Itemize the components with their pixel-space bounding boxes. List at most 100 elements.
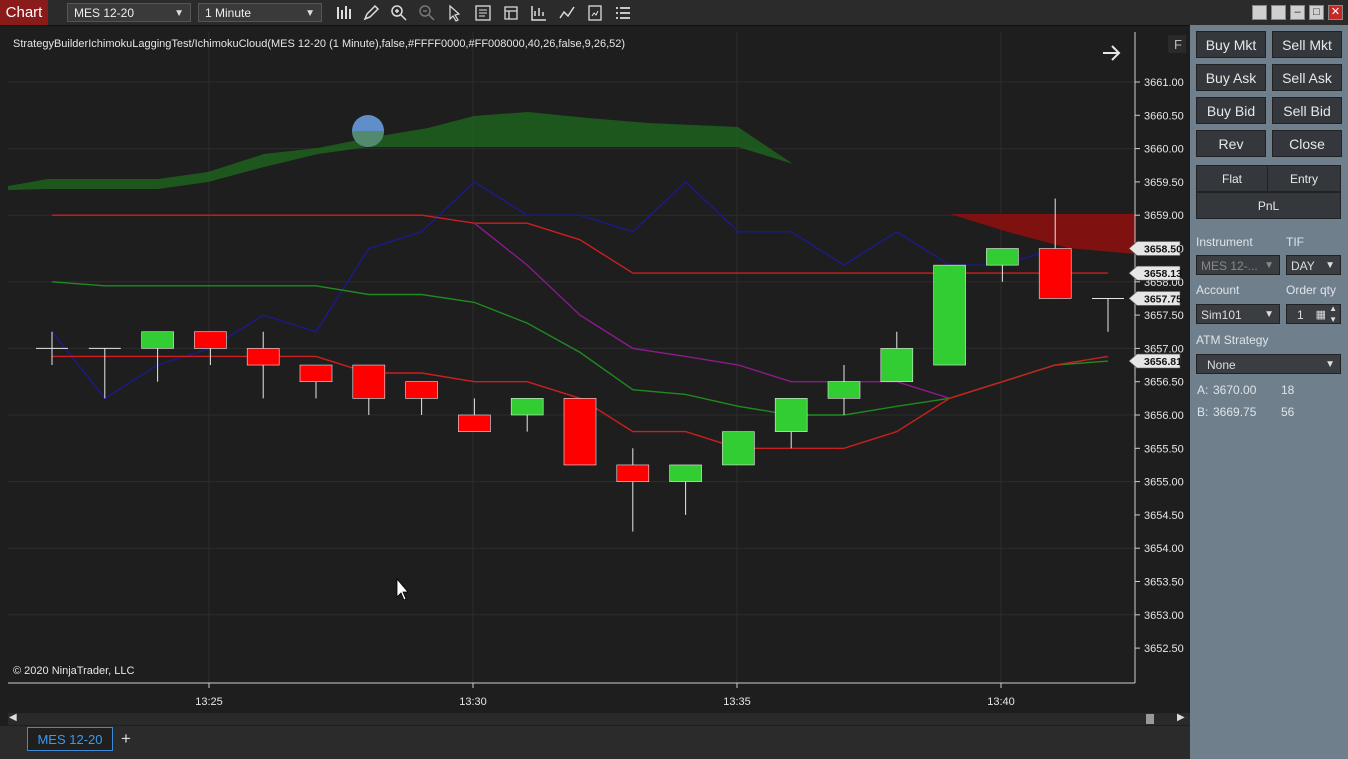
atm-strategy-select[interactable]: None ▼ — [1196, 354, 1341, 374]
price-flag: 3658.50 — [1128, 241, 1182, 256]
y-tick-label: 3659.50 — [1144, 177, 1184, 189]
candle-body — [669, 464, 702, 482]
instrument-select-value: MES 12-... — [1201, 259, 1258, 273]
bars-icon[interactable] — [335, 4, 353, 22]
candle-body — [1038, 248, 1072, 299]
f-button[interactable]: F — [1168, 35, 1186, 53]
tile-icon[interactable] — [1252, 5, 1267, 20]
indicators-icon[interactable] — [530, 4, 548, 22]
candle-body — [510, 398, 544, 416]
y-tick-label: 3657.50 — [1144, 310, 1184, 322]
y-tick-label: 3656.00 — [1144, 410, 1184, 422]
candle-body — [563, 398, 597, 466]
minimize-icon[interactable]: – — [1290, 5, 1305, 20]
close-icon[interactable]: ✕ — [1328, 5, 1343, 20]
reverse-button[interactable]: Rev — [1196, 130, 1266, 157]
instrument-selector-value: MES 12-20 — [74, 6, 135, 20]
buy-ask-button[interactable]: Buy Ask — [1196, 64, 1266, 91]
candle — [563, 398, 597, 466]
instrument-select[interactable]: MES 12-... ▼ — [1196, 255, 1280, 275]
y-tick-label: 3657.00 — [1144, 343, 1184, 355]
scroll-thumb[interactable] — [1146, 714, 1154, 724]
candle-body — [352, 364, 386, 399]
candle-body — [458, 414, 491, 432]
order-qty-label: Order qty — [1286, 283, 1337, 297]
menu-icon[interactable] — [614, 4, 632, 22]
group-icon[interactable] — [1271, 5, 1286, 20]
interval-selector-value: 1 Minute — [205, 6, 252, 20]
chart-window-label: Chart — [0, 0, 48, 25]
chevron-down-icon: ▼ — [174, 8, 184, 19]
chart-toolbar: Chart MES 12-20 ▼ 1 Minute ▼ – □ ✕ — [0, 0, 1348, 26]
tif-select[interactable]: DAY ▼ — [1286, 255, 1341, 275]
account-select-value: Sim101 — [1201, 308, 1242, 322]
position-entry-cell: Entry — [1267, 165, 1341, 192]
close-position-button[interactable]: Close — [1272, 130, 1342, 157]
buy-mkt-button[interactable]: Buy Mkt — [1196, 31, 1266, 58]
price-flag-label: 3656.81 — [1144, 356, 1182, 368]
y-tick-label: 3653.00 — [1144, 610, 1184, 622]
candle-body — [722, 431, 755, 466]
ask-price: 3670.00 — [1213, 383, 1257, 397]
y-tick-label: 3652.50 — [1144, 643, 1184, 655]
candle — [933, 264, 966, 366]
tif-label: TIF — [1286, 235, 1304, 249]
price-chart[interactable]: 3661.00 3660.50 3660.00 3659.50 3659.00 3658.… — [8, 32, 1188, 712]
pencil-icon[interactable] — [362, 4, 380, 22]
candle-body — [827, 381, 861, 399]
candle-body — [616, 464, 650, 482]
tif-select-value: DAY — [1291, 259, 1315, 273]
y-tick-label: 3660.00 — [1144, 144, 1184, 156]
price-flag: 3656.81 — [1128, 353, 1182, 369]
candle-body — [774, 398, 808, 432]
y-tick-label: 3661.00 — [1144, 77, 1184, 89]
chevron-down-icon: ▼ — [1325, 359, 1335, 370]
x-tick-label: 13:25 — [195, 696, 223, 708]
chevron-down-icon: ▼ — [1264, 260, 1274, 271]
y-tick-label: 3659.00 — [1144, 210, 1184, 222]
buy-bid-button[interactable]: Buy Bid — [1196, 97, 1266, 124]
maximize-icon[interactable]: □ — [1309, 5, 1324, 20]
candle-body — [299, 364, 333, 382]
scroll-right-icon[interactable]: ▶ — [1177, 712, 1185, 723]
copyright-text: © 2020 NinjaTrader, LLC — [13, 665, 134, 677]
globe-icon — [352, 115, 384, 147]
properties-icon[interactable] — [502, 4, 520, 22]
ask-size: 18 — [1281, 383, 1295, 397]
interval-selector[interactable]: 1 Minute ▼ — [198, 3, 322, 22]
chart-scrollbar[interactable]: ◀ ▶ — [8, 712, 1190, 725]
bid-price: 3669.75 — [1213, 405, 1257, 419]
x-tick-label: 13:40 — [987, 696, 1015, 708]
candle-body — [246, 348, 280, 366]
indicator-label: StrategyBuilderIchimokuLaggingTest/Ichim… — [13, 38, 625, 50]
bid-size: 56 — [1281, 405, 1295, 419]
zoom-in-icon[interactable] — [390, 4, 408, 22]
position-pnl-cell: PnL — [1196, 192, 1341, 219]
candle — [722, 431, 755, 466]
order-qty-stepper[interactable]: 1 ▦ ▲ ▼ — [1286, 304, 1341, 324]
add-tab-icon[interactable]: + — [116, 728, 136, 750]
tab-mes-12-20[interactable]: MES 12-20 — [27, 727, 113, 751]
instrument-selector[interactable]: MES 12-20 ▼ — [67, 3, 191, 22]
price-flag: 3658.13 — [1128, 265, 1182, 281]
account-select[interactable]: Sim101 ▼ — [1196, 304, 1280, 324]
sell-bid-button[interactable]: Sell Bid — [1272, 97, 1342, 124]
strategies-icon[interactable] — [558, 4, 576, 22]
data-box-icon[interactable] — [474, 4, 492, 22]
sell-ask-button[interactable]: Sell Ask — [1272, 64, 1342, 91]
zoom-out-icon[interactable] — [418, 4, 436, 22]
spin-icon[interactable]: ▲ ▼ — [1329, 303, 1337, 325]
calculator-icon[interactable]: ▦ — [1316, 305, 1326, 325]
x-tick-label: 13:35 — [723, 696, 751, 708]
candle-body — [141, 331, 174, 349]
scroll-left-icon[interactable]: ◀ — [9, 712, 17, 723]
f-button-label: F — [1174, 37, 1182, 52]
candle-body — [933, 264, 966, 366]
templates-icon[interactable] — [586, 4, 604, 22]
atm-strategy-label: ATM Strategy — [1196, 333, 1269, 347]
pointer-icon[interactable] — [446, 4, 464, 22]
candle-body — [880, 348, 914, 382]
sell-mkt-button[interactable]: Sell Mkt — [1272, 31, 1342, 58]
ask-label: A: — [1197, 383, 1209, 397]
y-tick-label: 3655.00 — [1144, 477, 1184, 489]
